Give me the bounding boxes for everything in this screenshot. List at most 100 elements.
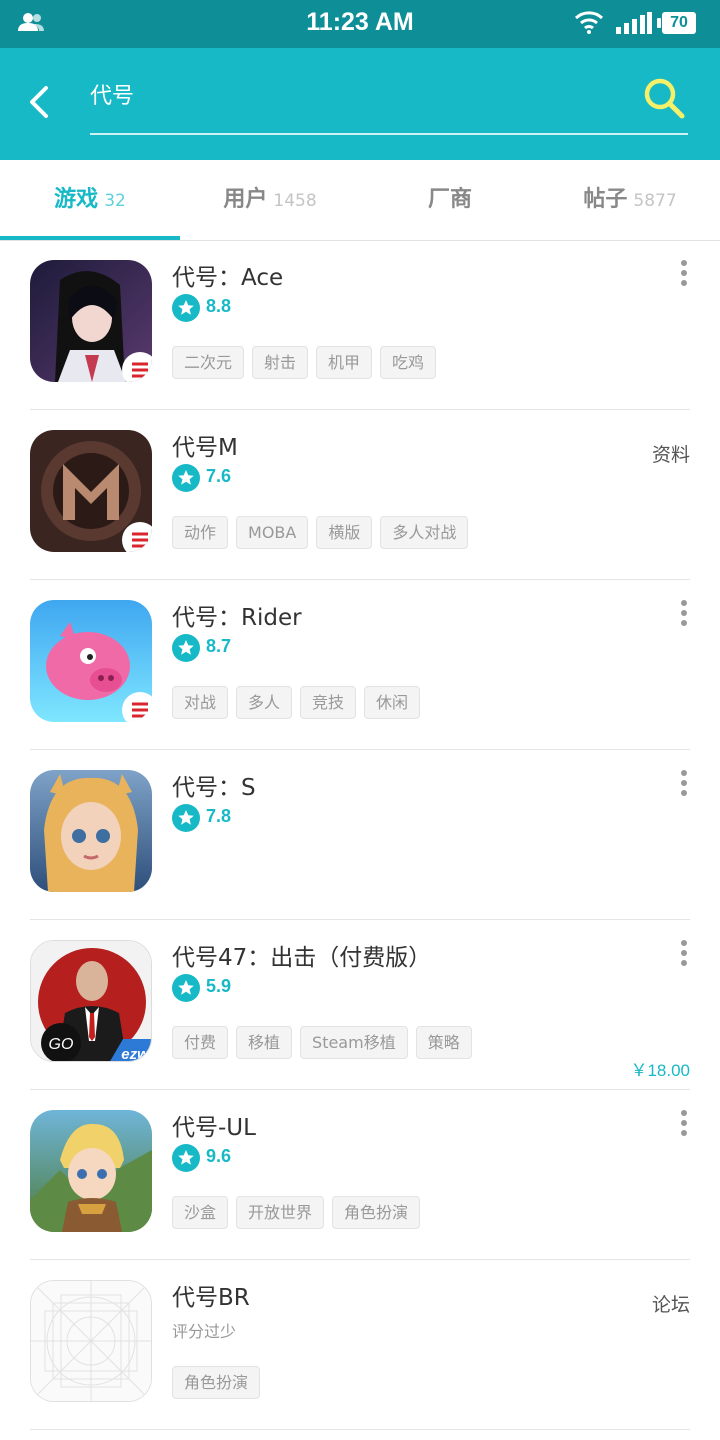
- search-icon: [644, 78, 685, 119]
- list-item[interactable]: 代号-UL 9.6 沙盒 开放世界 角色扮演: [30, 1090, 690, 1260]
- chevron-left-icon: [30, 86, 48, 118]
- icon-badge-text: GO: [49, 1036, 74, 1053]
- star-icon: [172, 634, 200, 662]
- app-icon-placeholder: [30, 1280, 152, 1402]
- tag-list: 动作 MOBA 横版 多人对战: [172, 516, 476, 550]
- rating-value: 5.9: [206, 976, 232, 996]
- back-button[interactable]: [22, 82, 62, 122]
- tag[interactable]: 沙盒: [172, 1196, 229, 1229]
- tag[interactable]: 多人: [236, 686, 293, 719]
- game-title: 代号M: [172, 435, 238, 461]
- tag[interactable]: 角色扮演: [172, 1366, 261, 1399]
- tab-label: 帖子: [583, 187, 628, 212]
- star-icon: [172, 1144, 200, 1172]
- rating-value: 7.8: [206, 806, 232, 826]
- price-label: ￥18.00: [630, 1061, 690, 1080]
- tag[interactable]: 吃鸡: [380, 346, 437, 379]
- star-icon: [172, 294, 200, 322]
- status-time: 11:23 AM: [306, 8, 414, 36]
- game-title: 代号47：出击（付费版）: [172, 945, 432, 971]
- game-title: 代号BR: [172, 1285, 250, 1311]
- tab-posts[interactable]: 帖子 5877: [540, 160, 720, 240]
- search-input[interactable]: [90, 72, 688, 116]
- tag[interactable]: 射击: [252, 346, 309, 379]
- rating-value: 8.7: [206, 636, 232, 656]
- battery-indicator: 70: [657, 12, 696, 34]
- more-options-button[interactable]: [678, 600, 690, 632]
- star-icon: [172, 464, 200, 492]
- more-options-button[interactable]: [678, 940, 690, 972]
- tag-list: 角色扮演: [172, 1366, 268, 1400]
- more-vertical-icon: [678, 940, 690, 966]
- star-icon: [172, 974, 200, 1002]
- app-icon: [30, 770, 152, 892]
- search-underline: [90, 133, 688, 135]
- tag[interactable]: MOBA: [236, 516, 309, 549]
- tag[interactable]: 动作: [172, 516, 229, 549]
- search-header: [0, 48, 720, 160]
- tab-games[interactable]: 游戏 32: [0, 160, 180, 240]
- list-item[interactable]: 代号M 7.6 动作 MOBA 横版 多人对战 资料: [30, 410, 690, 580]
- list-item[interactable]: GO ezw 代号47：出击（付费版） 5.9 付费 移植 Steam移植 策略 ￥18…: [30, 920, 690, 1090]
- more-options-button[interactable]: [678, 1110, 690, 1142]
- list-item[interactable]: 代号：Rider 8.7 对战 多人 竞技 休闲: [30, 580, 690, 750]
- tab-count: 32: [104, 191, 126, 211]
- placeholder-icon: [31, 1281, 151, 1401]
- tag[interactable]: 策略: [415, 1026, 472, 1059]
- more-vertical-icon: [678, 260, 690, 286]
- tag-list: 沙盒 开放世界 角色扮演: [172, 1196, 428, 1230]
- tab-count: 5877: [633, 191, 677, 211]
- forum-link[interactable]: 论坛: [652, 1290, 690, 1317]
- wifi-icon: [574, 10, 604, 38]
- more-options-button[interactable]: [678, 770, 690, 802]
- rating-insufficient: 评分过少: [172, 1322, 237, 1341]
- icon-brand-text: ezw: [121, 1046, 150, 1062]
- list-item[interactable]: 代号BR 评分过少 角色扮演 论坛: [30, 1260, 690, 1430]
- tag-list: 对战 多人 竞技 休闲: [172, 686, 428, 720]
- tag[interactable]: 对战: [172, 686, 229, 719]
- tab-label: 游戏: [54, 187, 99, 212]
- more-vertical-icon: [678, 1110, 690, 1136]
- game-title: 代号：S: [172, 775, 256, 801]
- list-item[interactable]: 代号：S 7.8: [30, 750, 690, 920]
- tag[interactable]: 机甲: [316, 346, 373, 379]
- star-icon: [172, 804, 200, 832]
- game-title: 代号：Ace: [172, 265, 284, 291]
- tab-vendors[interactable]: 厂商: [360, 160, 540, 240]
- signal-icon: [616, 12, 652, 38]
- more-vertical-icon: [678, 600, 690, 626]
- game-title: 代号：Rider: [172, 605, 302, 631]
- rating-value: 7.6: [206, 466, 232, 486]
- tag[interactable]: 开放世界: [236, 1196, 325, 1229]
- tag-list: 二次元 射击 机甲 吃鸡: [172, 346, 444, 380]
- tag[interactable]: 付费: [172, 1026, 229, 1059]
- tag[interactable]: 二次元: [172, 346, 245, 379]
- tab-label: 厂商: [427, 187, 472, 212]
- game-title: 代号-UL: [172, 1115, 256, 1141]
- app-icon: [30, 260, 152, 382]
- app-icon: [30, 600, 152, 722]
- more-options-button[interactable]: [678, 260, 690, 292]
- search-button[interactable]: [642, 76, 686, 120]
- tag[interactable]: Steam移植: [300, 1026, 408, 1059]
- app-icon: [30, 1110, 152, 1232]
- tag-list: 付费 移植 Steam移植 策略: [172, 1026, 480, 1060]
- tab-label: 用户: [223, 187, 268, 212]
- rating-value: 8.8: [206, 296, 232, 316]
- app-icon: [30, 430, 152, 552]
- category-tabs: 游戏 32 用户 1458 厂商 帖子 5877: [0, 160, 720, 241]
- more-vertical-icon: [678, 770, 690, 796]
- tab-count: 1458: [273, 191, 317, 211]
- tab-users[interactable]: 用户 1458: [180, 160, 360, 240]
- info-link[interactable]: 资料: [652, 440, 690, 467]
- tag[interactable]: 横版: [316, 516, 373, 549]
- status-bar: 11:23 AM 70: [0, 0, 720, 48]
- list-item[interactable]: 代号：Ace 8.8 二次元 射击 机甲 吃鸡: [30, 240, 690, 410]
- tag[interactable]: 多人对战: [380, 516, 469, 549]
- rating-value: 9.6: [206, 1146, 232, 1166]
- tag[interactable]: 竞技: [300, 686, 357, 719]
- tag[interactable]: 角色扮演: [332, 1196, 421, 1229]
- app-icon: GO ezw: [30, 940, 152, 1062]
- tag[interactable]: 移植: [236, 1026, 293, 1059]
- tag[interactable]: 休闲: [364, 686, 421, 719]
